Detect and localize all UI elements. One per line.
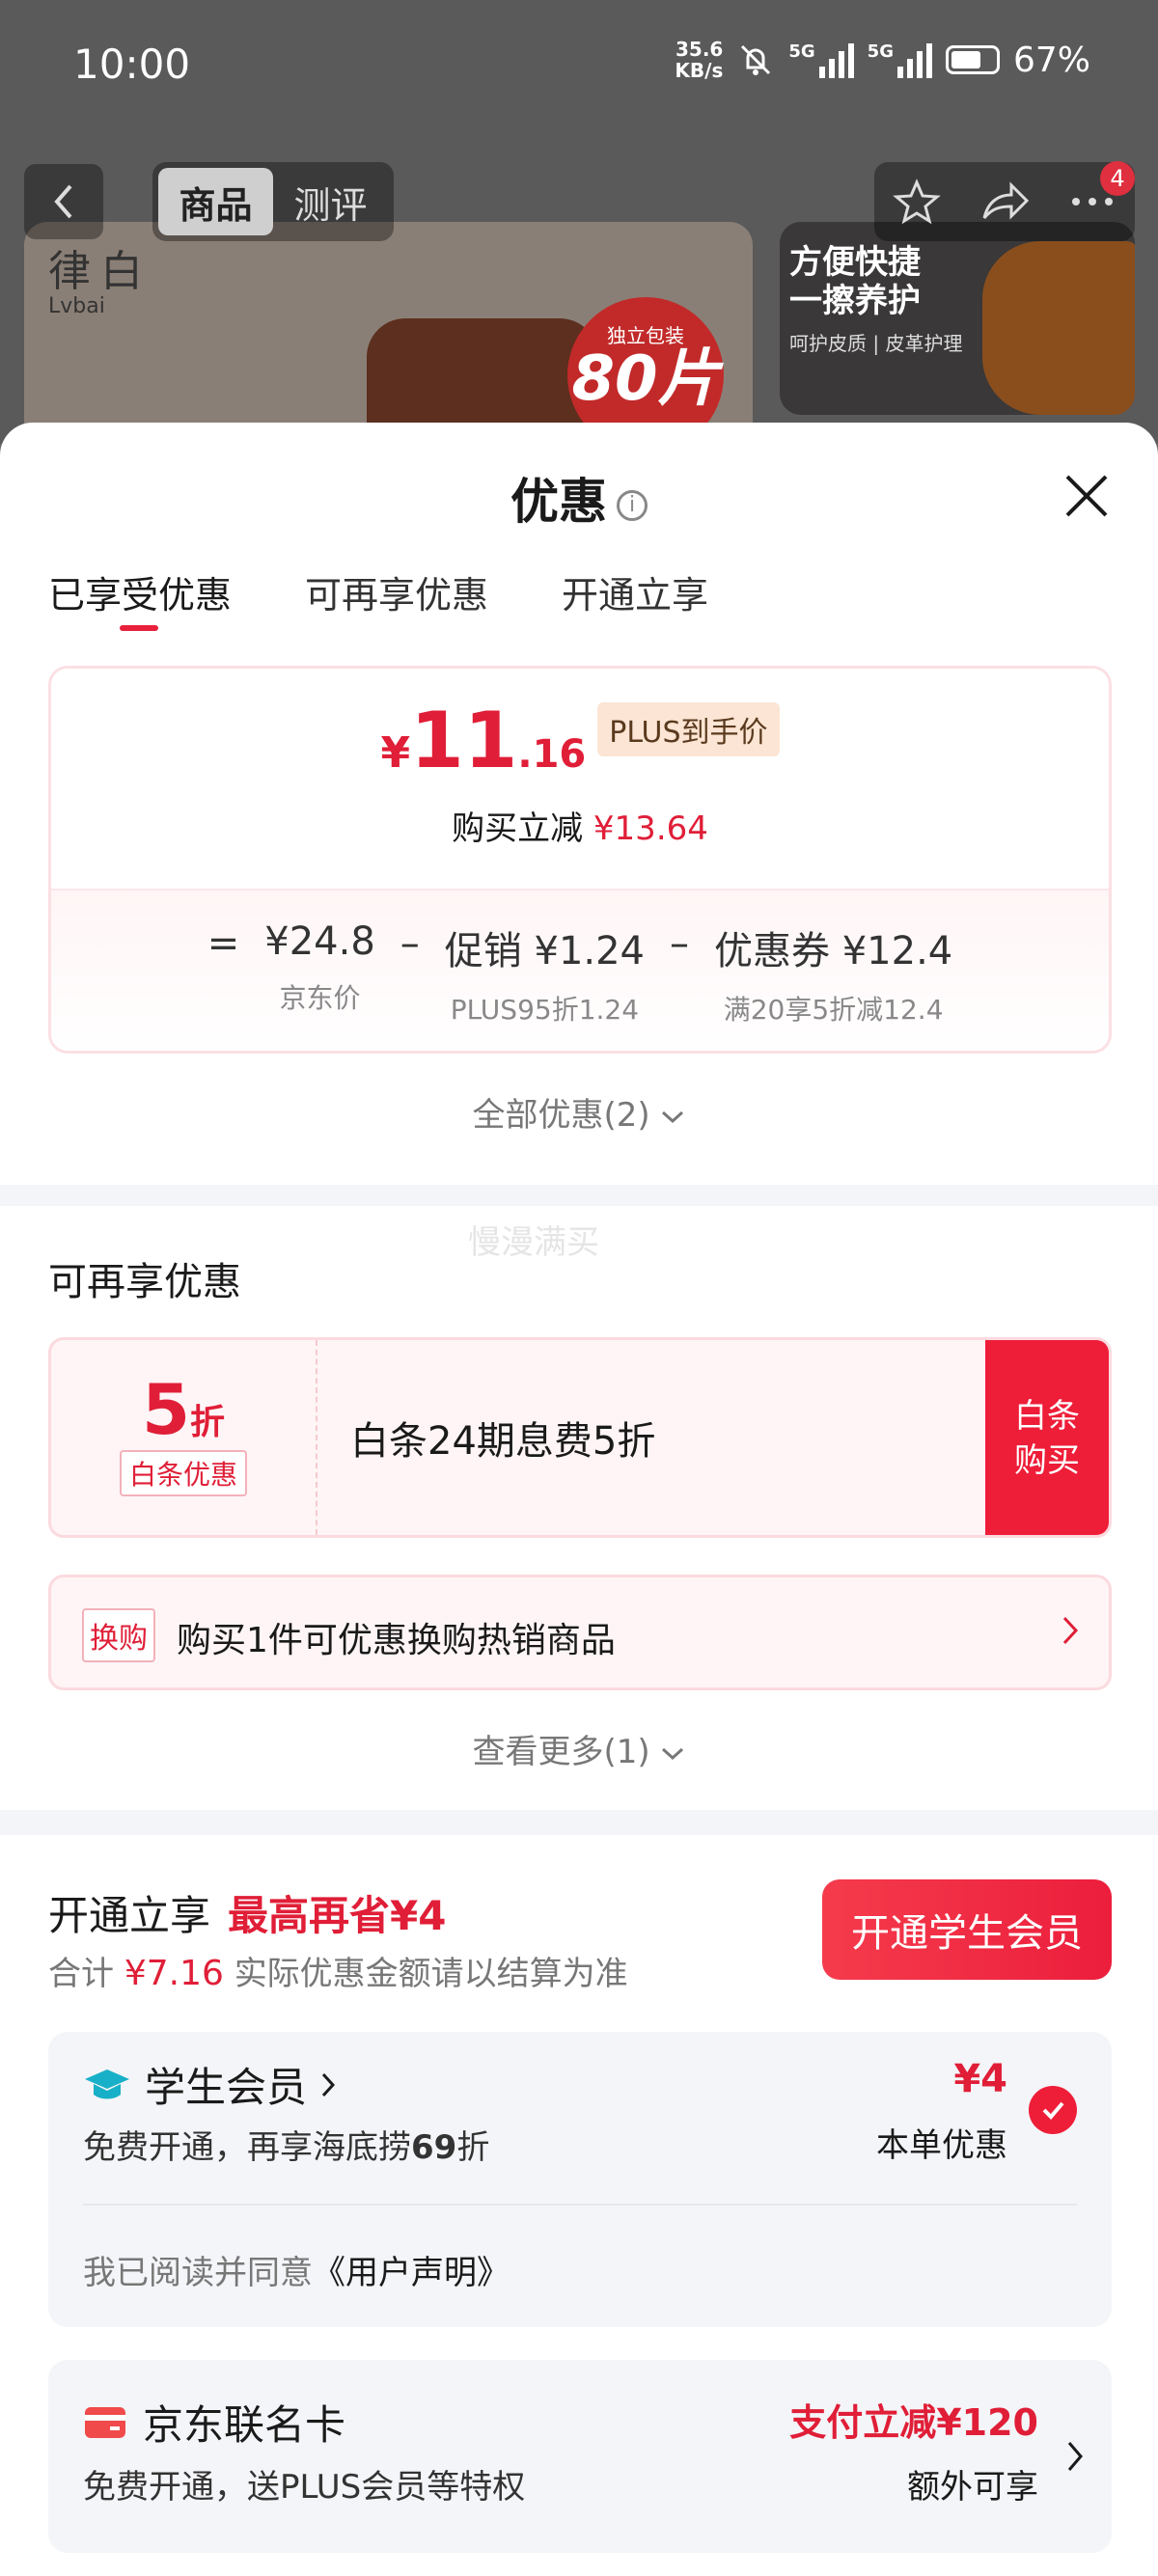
max-save: 最高再省¥4 bbox=[228, 1892, 447, 1939]
swap-text: 购买1件可优惠换购热销商品 bbox=[177, 1621, 616, 1660]
shoe-shape bbox=[982, 241, 1135, 415]
baitiao-desc: 白条24期息费5折 bbox=[350, 1419, 656, 1464]
student-save-label: 本单优惠 bbox=[876, 2126, 1007, 2165]
status-bar: 10:00 35.6 KB/s 5G 5G 67% bbox=[0, 0, 1158, 140]
price-summary-card: ¥11.16 PLUS到手价 购买立减 ¥13.64 = ¥24.8 京东价 – 促… bbox=[48, 666, 1112, 1054]
chevron-down-icon bbox=[662, 1110, 684, 1124]
baitiao-discount: 5折 白条优惠 bbox=[51, 1340, 317, 1535]
credit-card-icon bbox=[85, 2406, 125, 2438]
card-divider bbox=[83, 2204, 1077, 2206]
status-time: 10:00 bbox=[73, 41, 191, 88]
formula-term-jd-price: ¥24.8 京东价 bbox=[264, 919, 375, 1014]
cart-badge: 4 bbox=[1100, 161, 1135, 196]
swap-tag: 换购 bbox=[82, 1608, 155, 1662]
chevron-right-icon bbox=[321, 2072, 336, 2096]
jd-card-amount: 支付立减¥120 bbox=[789, 2401, 1038, 2444]
chevron-right-icon bbox=[1067, 2442, 1083, 2471]
tab-more-deals[interactable]: 可再享优惠 bbox=[305, 565, 488, 618]
jd-card-amount-label: 额外可享 bbox=[907, 2468, 1038, 2507]
student-member-card[interactable]: 学生会员 免费开通，再享海底捞69折 ¥4 本单优惠 我已阅读并同意《用户声明》 bbox=[48, 2032, 1112, 2327]
battery-icon bbox=[945, 45, 1000, 74]
student-member-header[interactable]: 学生会员 bbox=[83, 2055, 336, 2114]
graduation-cap-icon bbox=[85, 2069, 129, 2098]
mute-icon bbox=[741, 44, 771, 75]
sheet-tabs: 已享受优惠 可再享优惠 开通立享 bbox=[48, 565, 708, 631]
formula-term-promo: 促销 ¥1.24 PLUS95折1.24 bbox=[444, 929, 646, 1026]
side-ad-title: 方便快捷 一擦养护 bbox=[789, 243, 921, 320]
jd-cobrand-card[interactable]: 京东联名卡 免费开通，送PLUS会员等特权 支付立减¥120 额外可享 bbox=[48, 2360, 1112, 2553]
checked-checkbox[interactable] bbox=[1029, 2086, 1077, 2134]
tab-open-enjoy[interactable]: 开通立享 bbox=[562, 565, 708, 618]
screen: 律白 Lvbai 独立包装 80片 方便快捷 一擦养护 呵护皮质 | 皮革护理 1… bbox=[0, 0, 1158, 2576]
chevron-down-icon bbox=[662, 1747, 684, 1761]
chevron-right-icon bbox=[1062, 1616, 1079, 1645]
formula-term-coupon: 优惠券 ¥12.4 满20享5折减12.4 bbox=[714, 929, 953, 1026]
brand-cn: 律白 bbox=[48, 247, 152, 296]
price-upper: ¥11.16 PLUS到手价 购买立减 ¥13.64 bbox=[51, 669, 1109, 889]
final-price: ¥11.16 PLUS到手价 bbox=[51, 696, 1109, 785]
tab-enjoyed[interactable]: 已享受优惠 bbox=[48, 565, 232, 631]
brand-logo: 律白 Lvbai bbox=[48, 236, 152, 318]
section-divider bbox=[0, 1810, 1158, 1835]
swap-purchase-card[interactable]: 换购 购买1件可优惠换购热销商品 bbox=[48, 1575, 1112, 1690]
info-icon[interactable]: i bbox=[617, 489, 648, 521]
price-formula: = ¥24.8 京东价 – 促销 ¥1.24 PLUS95折1.24 – 优惠券 ¥… bbox=[51, 889, 1109, 1051]
user-statement-link[interactable]: 《用户声明》 bbox=[313, 2254, 510, 2292]
jd-card-desc: 免费开通，送PLUS会员等特权 bbox=[83, 2468, 526, 2507]
equals-sign: = bbox=[207, 921, 240, 966]
sheet-title: 优惠 i bbox=[0, 463, 1158, 533]
baitiao-buy-button[interactable]: 白条购买 bbox=[985, 1340, 1109, 1535]
discount-sheet: 优惠 i 已享受优惠 可再享优惠 开通立享 ¥11.16 PLUS到手价 购买立减 … bbox=[0, 423, 1158, 2576]
close-icon[interactable] bbox=[1060, 469, 1114, 523]
toolbar bbox=[874, 162, 1135, 241]
seal-line2: 80片 bbox=[571, 343, 720, 415]
watermark: 慢漫满买 bbox=[468, 1223, 599, 1262]
open-student-member-button[interactable]: 开通学生会员 bbox=[822, 1879, 1112, 1980]
chevron-left-icon bbox=[54, 184, 72, 219]
plus-price-tag: PLUS到手价 bbox=[597, 702, 780, 756]
reduce-line: 购买立减 ¥13.64 bbox=[452, 809, 708, 848]
check-icon bbox=[1042, 2101, 1064, 2120]
baitiao-card[interactable]: 5折 白条优惠 白条24期息费5折 白条购买 bbox=[48, 1337, 1112, 1538]
signal-icon-2: 5G bbox=[868, 41, 932, 78]
student-save-amount: ¥4 bbox=[953, 2057, 1007, 2101]
battery-level: 67% bbox=[1012, 40, 1090, 80]
star-icon[interactable] bbox=[893, 178, 942, 226]
student-member-desc: 免费开通，再享海底捞69折 bbox=[83, 2128, 490, 2167]
status-icons: 35.6 KB/s 5G 5G 67% bbox=[675, 39, 1090, 81]
net-speed: 35.6 KB/s bbox=[675, 38, 724, 82]
tab-product[interactable]: 商品 bbox=[158, 168, 273, 235]
all-deals-link[interactable]: 全部优惠(2) bbox=[0, 1088, 1158, 1136]
jd-card-header: 京东联名卡 bbox=[83, 2393, 345, 2452]
minus-sign: – bbox=[400, 921, 420, 966]
more-icon[interactable] bbox=[1068, 192, 1117, 211]
open-enjoy-subtitle: 合计 ¥7.16 实际优惠金额请以结算为准 bbox=[48, 1954, 628, 1993]
page-switch: 商品 测评 bbox=[152, 162, 394, 241]
signal-icon-1: 5G bbox=[788, 41, 854, 78]
share-icon[interactable] bbox=[979, 178, 1031, 226]
side-ad-image[interactable]: 方便快捷 一擦养护 呵护皮质 | 皮革护理 bbox=[780, 222, 1135, 415]
agreement-text: 我已阅读并同意《用户声明》 bbox=[83, 2254, 510, 2292]
sheet-title-text: 优惠 bbox=[510, 474, 607, 530]
more-deals-title: 可再享优惠 bbox=[48, 1260, 241, 1304]
side-ad-sub: 呵护皮质 | 皮革护理 bbox=[789, 332, 963, 355]
see-more-link[interactable]: 查看更多(1) bbox=[0, 1725, 1158, 1772]
tab-review[interactable]: 测评 bbox=[273, 168, 388, 235]
minus-sign: – bbox=[670, 921, 690, 966]
baitiao-tag: 白条优惠 bbox=[119, 1450, 247, 1496]
section-divider bbox=[0, 1185, 1158, 1206]
open-enjoy-title: 开通立享 最高再省¥4 bbox=[48, 1892, 447, 1939]
back-button[interactable] bbox=[24, 164, 103, 239]
